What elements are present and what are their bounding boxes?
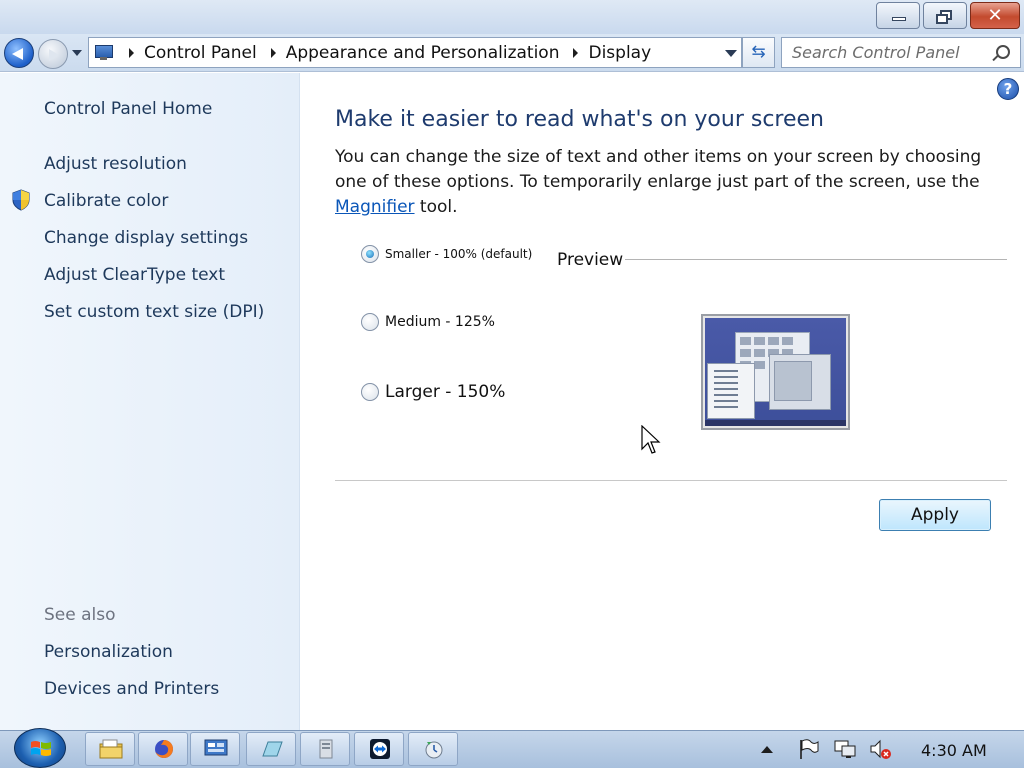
taskbar-control-panel[interactable] — [190, 732, 240, 766]
close-button[interactable]: ✕ — [970, 2, 1020, 29]
sidebar: Control Panel Home Adjust resolution Cal… — [0, 73, 300, 730]
sidebar-devices-and-printers[interactable]: Devices and Printers — [44, 679, 219, 699]
taskbar-file-manager[interactable] — [300, 732, 350, 766]
option-label: Larger - 150% — [385, 382, 506, 402]
help-icon[interactable]: ? — [997, 78, 1019, 100]
magnifier-link[interactable]: Magnifier — [335, 197, 415, 217]
refresh-icon: ⇆ — [751, 42, 766, 62]
search-box[interactable] — [781, 37, 1021, 68]
breadcrumb-control-panel[interactable]: Control Panel — [144, 43, 257, 63]
show-hidden-icons-icon[interactable] — [761, 746, 773, 753]
minimize-button[interactable] — [876, 2, 920, 29]
control-panel-icon — [95, 44, 115, 61]
start-button[interactable] — [14, 728, 66, 768]
refresh-button[interactable]: ⇆ — [742, 37, 775, 68]
uac-shield-icon — [12, 189, 30, 211]
sidebar-adjust-resolution[interactable]: Adjust resolution — [44, 154, 187, 174]
mouse-cursor-icon — [641, 425, 661, 454]
page-title: Make it easier to read what's on your sc… — [335, 107, 824, 132]
taskbar-backup[interactable] — [408, 732, 458, 766]
taskbar-file-explorer[interactable] — [85, 732, 135, 766]
sidebar-calibrate-color[interactable]: Calibrate color — [44, 191, 168, 211]
breadcrumb-separator-icon[interactable] — [129, 47, 134, 58]
taskbar-teamviewer[interactable] — [354, 732, 404, 766]
taskbar-firefox[interactable] — [138, 732, 188, 766]
taskbar-notepad[interactable] — [246, 732, 296, 766]
breadcrumb-separator-icon[interactable] — [573, 47, 579, 58]
sidebar-change-display-settings[interactable]: Change display settings — [44, 228, 248, 248]
page-description: You can change the size of text and othe… — [335, 147, 982, 217]
preview-label: Preview — [557, 250, 624, 270]
file-explorer-icon — [99, 739, 123, 759]
volume-muted-icon[interactable] — [869, 738, 893, 760]
section-divider — [335, 480, 1007, 481]
see-also-heading: See also — [44, 605, 116, 625]
option-smaller[interactable]: Smaller - 100% (default) — [361, 245, 532, 263]
preview-desktop — [705, 318, 846, 426]
action-center-flag-icon[interactable] — [797, 738, 821, 760]
sidebar-personalization[interactable]: Personalization — [44, 642, 173, 662]
taskbar-clock[interactable]: 4:30 AM — [921, 741, 987, 760]
search-input[interactable] — [782, 38, 982, 67]
option-label: Smaller - 100% (default) — [385, 247, 533, 261]
option-larger[interactable]: Larger - 150% — [361, 382, 505, 402]
option-label: Medium - 125% — [385, 314, 495, 330]
navigation-bar: Control Panel Appearance and Personaliza… — [0, 34, 1024, 72]
apply-button[interactable]: Apply — [879, 499, 991, 531]
back-arrow-icon[interactable] — [4, 38, 34, 68]
firefox-icon — [155, 740, 173, 758]
breadcrumb-display[interactable]: Display — [588, 43, 651, 63]
file-manager-icon — [319, 739, 333, 759]
breadcrumb-appearance[interactable]: Appearance and Personalization — [286, 43, 560, 63]
breadcrumb-separator-icon[interactable] — [270, 47, 276, 58]
windows-logo-icon — [31, 741, 51, 756]
preview-image — [701, 314, 850, 430]
window-title-bar: ✕ — [0, 0, 1024, 34]
recent-pages-dropdown-icon[interactable] — [72, 50, 82, 56]
preview-divider — [625, 259, 1007, 260]
radio-smaller[interactable] — [361, 245, 379, 263]
window-controls: ✕ — [873, 2, 1020, 29]
search-icon[interactable] — [996, 45, 1010, 59]
radio-medium[interactable] — [361, 313, 379, 331]
backup-icon — [425, 741, 443, 759]
option-medium[interactable]: Medium - 125% — [361, 313, 495, 331]
minimize-icon — [892, 17, 906, 21]
network-icon[interactable] — [833, 738, 857, 760]
teamviewer-icon — [370, 739, 390, 759]
radio-larger[interactable] — [361, 383, 379, 401]
sidebar-control-panel-home[interactable]: Control Panel Home — [44, 99, 212, 119]
address-dropdown-icon[interactable] — [725, 50, 737, 57]
forward-arrow-icon[interactable] — [38, 39, 68, 69]
notepad-icon — [262, 741, 283, 757]
restore-button[interactable] — [923, 2, 967, 29]
close-icon: ✕ — [987, 5, 1003, 26]
address-bar[interactable]: Control Panel Appearance and Personaliza… — [88, 37, 742, 68]
sidebar-adjust-cleartype[interactable]: Adjust ClearType text — [44, 265, 225, 285]
control-panel-icon — [204, 739, 228, 756]
sidebar-custom-text-size[interactable]: Set custom text size (DPI) — [44, 302, 264, 322]
